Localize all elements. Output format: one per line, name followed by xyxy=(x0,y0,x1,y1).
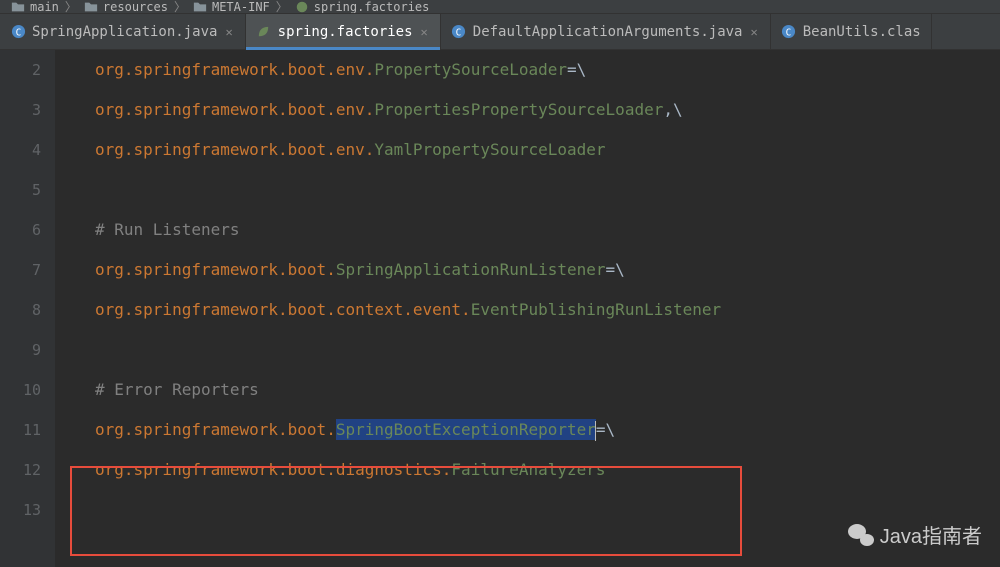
line-number: 10 xyxy=(0,370,41,410)
code-token: org.springframework.boot.context.event. xyxy=(95,300,471,319)
code-line[interactable] xyxy=(95,330,1000,370)
code-token: =\ xyxy=(606,260,625,279)
code-editor[interactable]: 2345678910111213 org.springframework.boo… xyxy=(0,50,1000,567)
breadcrumb-label: META-INF xyxy=(212,0,270,14)
line-number-gutter: 2345678910111213 xyxy=(0,50,55,567)
code-token: ,\ xyxy=(663,100,682,119)
close-icon[interactable]: ✕ xyxy=(419,25,430,39)
svg-text:C: C xyxy=(15,27,21,38)
watermark: Java指南者 xyxy=(848,520,982,549)
code-line[interactable]: org.springframework.boot.SpringApplicati… xyxy=(95,250,1000,290)
svg-text:C: C xyxy=(786,27,792,38)
wechat-icon xyxy=(848,524,874,546)
line-number: 7 xyxy=(0,250,41,290)
breadcrumb-item[interactable]: spring.factories xyxy=(294,0,430,14)
breadcrumb: main 〉 resources 〉 META-INF 〉 spring.fac… xyxy=(0,0,1000,14)
code-token: org.springframework.boot. xyxy=(95,260,336,279)
line-number: 6 xyxy=(0,210,41,250)
code-line[interactable]: org.springframework.boot.env.YamlPropert… xyxy=(95,130,1000,170)
watermark-text: Java指南者 xyxy=(880,520,982,549)
line-number: 12 xyxy=(0,450,41,490)
tab-label: spring.factories xyxy=(278,24,413,40)
code-token: org.springframework.boot.env. xyxy=(95,140,374,159)
tab-spring-application[interactable]: C SpringApplication.java ✕ xyxy=(0,14,246,49)
tab-label: DefaultApplicationArguments.java xyxy=(473,24,743,40)
code-line[interactable]: org.springframework.boot.env.PropertySou… xyxy=(95,50,1000,90)
line-number: 4 xyxy=(0,130,41,170)
editor-tabs: C SpringApplication.java ✕ spring.factor… xyxy=(0,14,1000,50)
close-icon[interactable]: ✕ xyxy=(223,25,234,39)
code-line[interactable] xyxy=(95,170,1000,210)
code-token: # Run Listeners xyxy=(95,220,240,239)
breadcrumb-item[interactable]: resources xyxy=(83,0,168,14)
svg-text:C: C xyxy=(456,27,462,38)
tab-label: SpringApplication.java xyxy=(32,24,217,40)
chevron-right-icon: 〉 xyxy=(276,0,288,14)
line-number: 8 xyxy=(0,290,41,330)
code-line[interactable]: # Error Reporters xyxy=(95,370,1000,410)
code-token: PropertiesPropertySourceLoader xyxy=(374,100,663,119)
code-token: YamlPropertySourceLoader xyxy=(374,140,605,159)
chevron-right-icon: 〉 xyxy=(174,0,186,14)
breadcrumb-item[interactable]: META-INF xyxy=(192,0,270,14)
code-token: =\ xyxy=(567,60,586,79)
code-token: SpringApplicationRunListener xyxy=(336,260,606,279)
tab-default-app-args[interactable]: C DefaultApplicationArguments.java ✕ xyxy=(441,14,771,49)
line-number: 3 xyxy=(0,90,41,130)
close-icon[interactable]: ✕ xyxy=(748,25,759,39)
line-number: 2 xyxy=(0,50,41,90)
code-token: org.springframework.boot.env. xyxy=(95,100,374,119)
tab-spring-factories[interactable]: spring.factories ✕ xyxy=(246,14,441,49)
code-token: SpringBootExceptionReporter xyxy=(336,419,596,440)
code-line[interactable]: org.springframework.boot.SpringBootExcep… xyxy=(95,410,1000,450)
code-token: org.springframework.boot.diagnostics. xyxy=(95,460,451,479)
folder-icon xyxy=(10,0,26,14)
code-line[interactable]: # Run Listeners xyxy=(95,210,1000,250)
code-token: org.springframework.boot.env. xyxy=(95,60,374,79)
code-line[interactable]: org.springframework.boot.context.event.E… xyxy=(95,290,1000,330)
spring-leaf-icon xyxy=(256,24,272,40)
tab-label: BeanUtils.clas xyxy=(803,24,921,40)
breadcrumb-item[interactable]: main xyxy=(10,0,59,14)
java-class-icon: C xyxy=(451,24,467,40)
code-line[interactable]: org.springframework.boot.diagnostics.Fai… xyxy=(95,450,1000,490)
breadcrumb-label: main xyxy=(30,0,59,14)
tab-bean-utils[interactable]: C BeanUtils.clas xyxy=(771,14,932,49)
breadcrumb-label: spring.factories xyxy=(314,0,430,14)
code-token: FailureAnalyzers xyxy=(451,460,605,479)
code-token: =\ xyxy=(596,420,615,439)
line-number: 9 xyxy=(0,330,41,370)
code-line[interactable]: org.springframework.boot.env.PropertiesP… xyxy=(95,90,1000,130)
code-token: EventPublishingRunListener xyxy=(471,300,721,319)
breadcrumb-label: resources xyxy=(103,0,168,14)
line-number: 5 xyxy=(0,170,41,210)
folder-icon xyxy=(192,0,208,14)
code-token: org.springframework.boot. xyxy=(95,420,336,439)
java-class-icon: C xyxy=(10,24,26,40)
code-token: PropertySourceLoader xyxy=(374,60,567,79)
chevron-right-icon: 〉 xyxy=(65,0,77,14)
java-class-icon: C xyxy=(781,24,797,40)
spring-leaf-icon xyxy=(294,0,310,14)
code-token: # Error Reporters xyxy=(95,380,259,399)
folder-icon xyxy=(83,0,99,14)
line-number: 11 xyxy=(0,410,41,450)
line-number: 13 xyxy=(0,490,41,530)
code-area[interactable]: org.springframework.boot.env.PropertySou… xyxy=(55,50,1000,567)
